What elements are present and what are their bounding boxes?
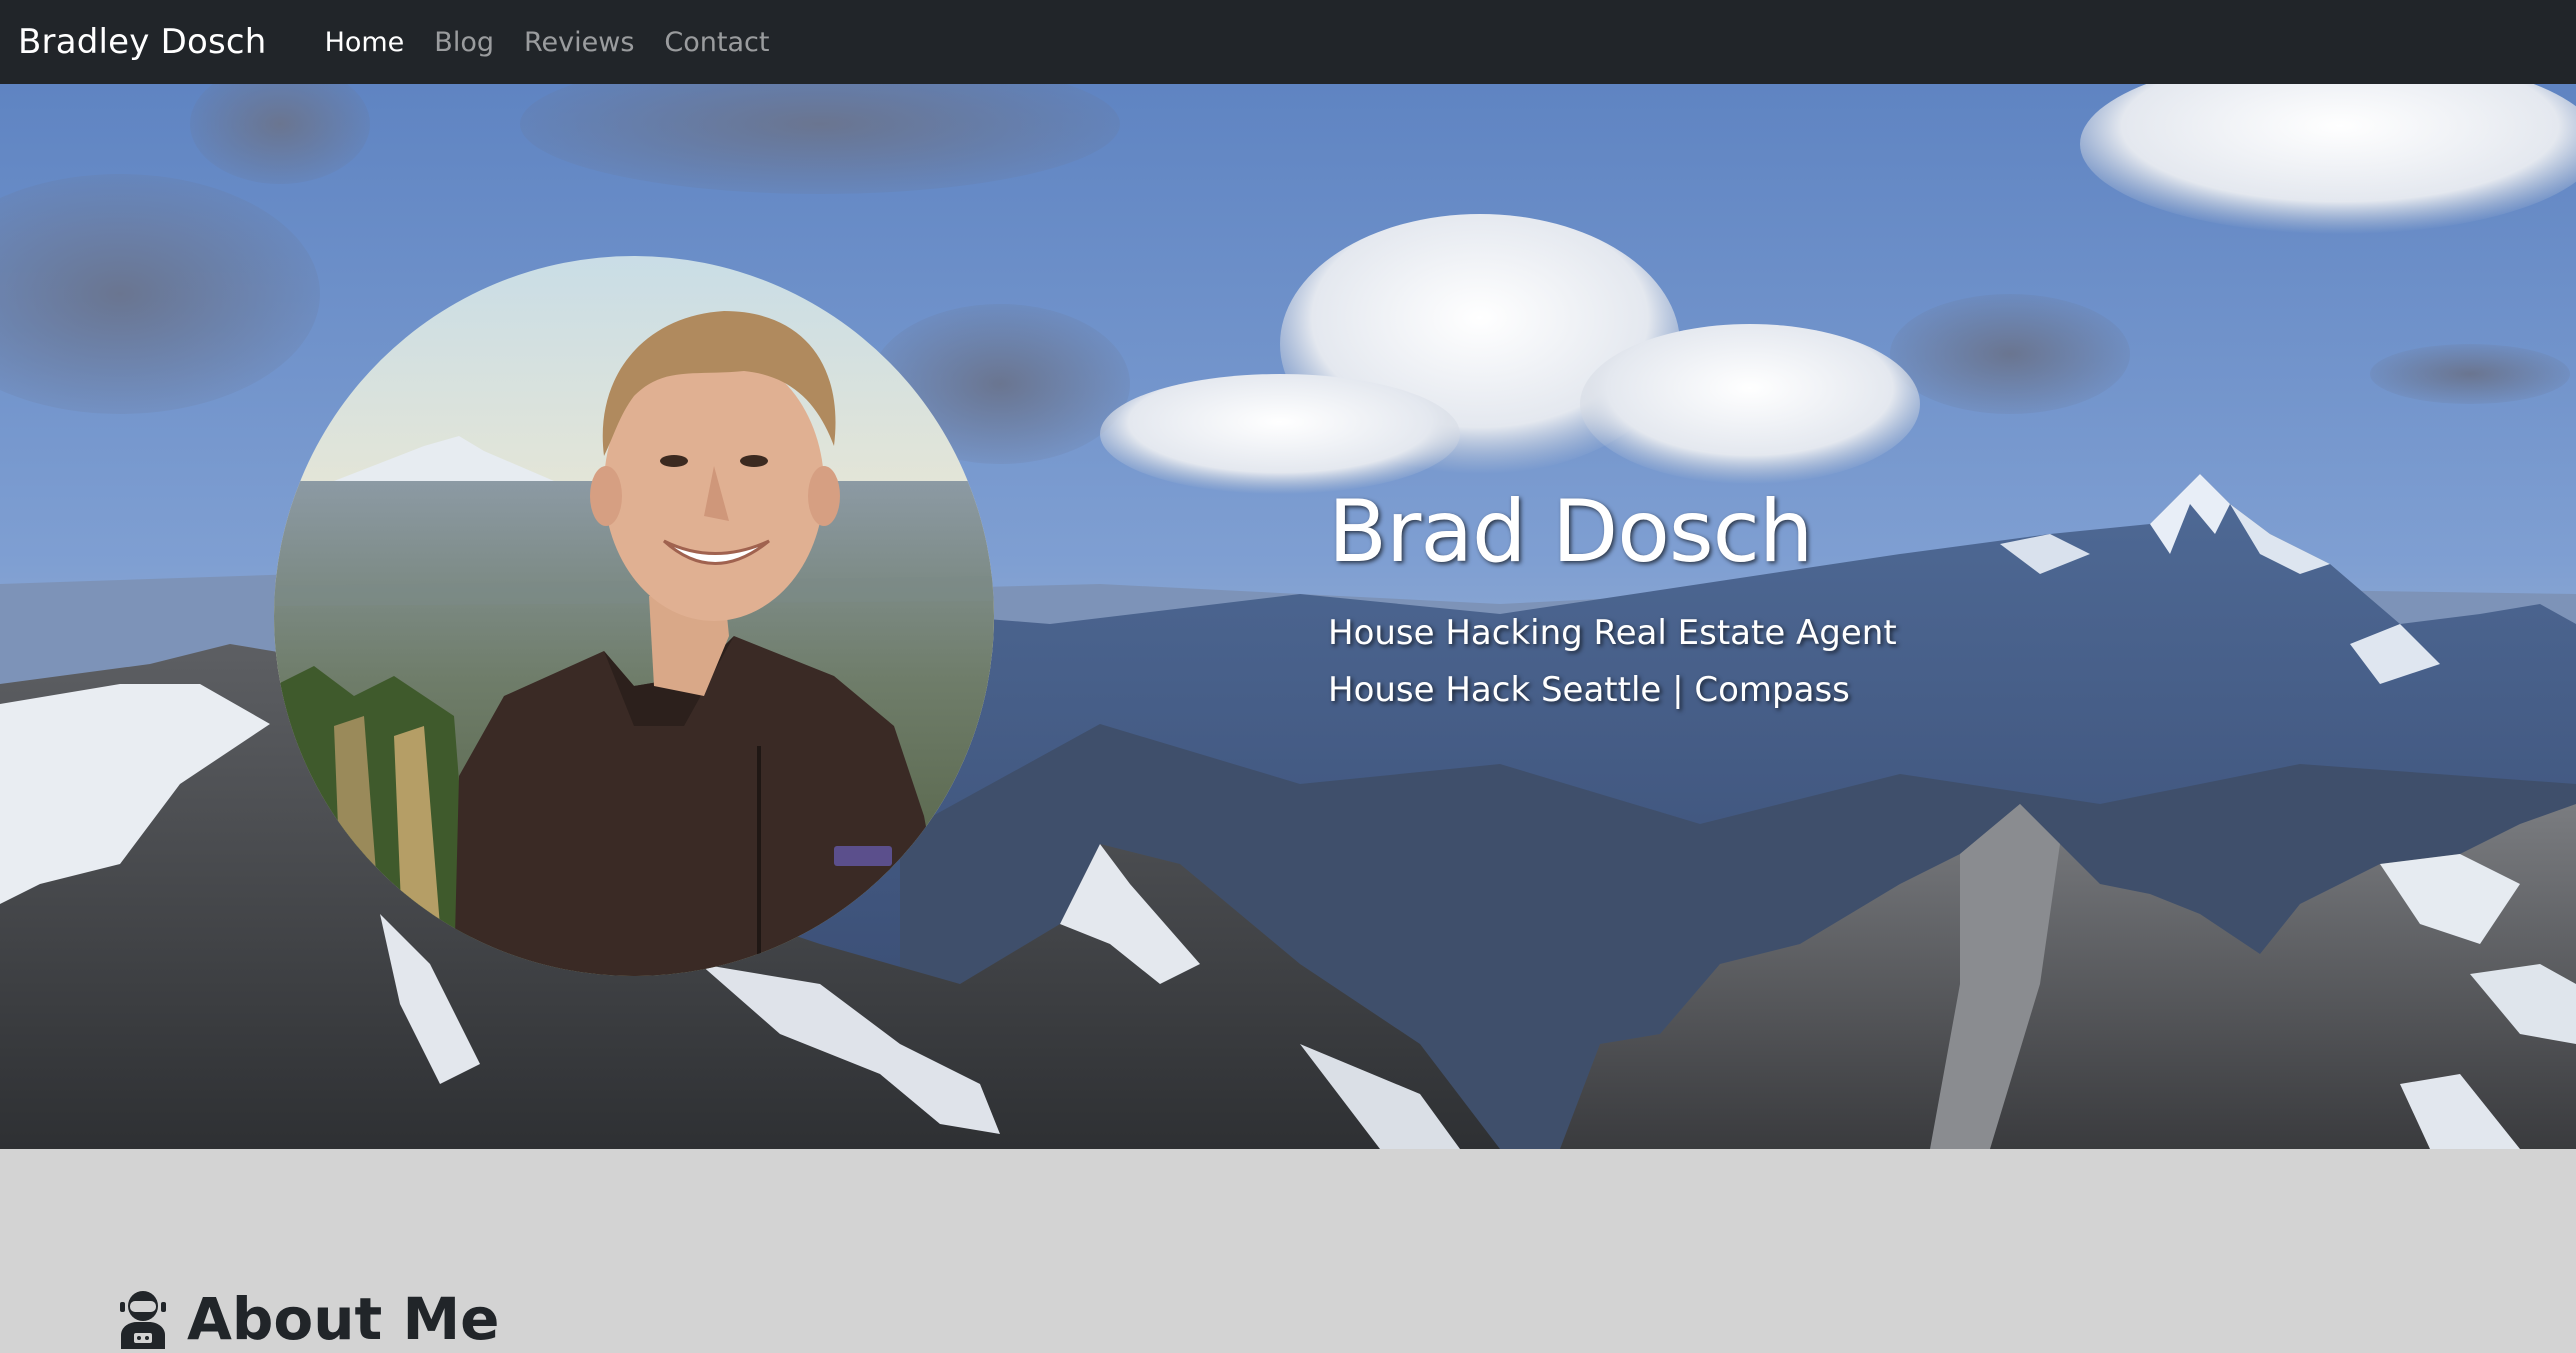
brand-link[interactable]: Bradley Dosch (18, 22, 267, 62)
about-heading: About Me (117, 1285, 500, 1353)
hero-name: Brad Dosch (1328, 482, 1813, 582)
hero-section: Brad Dosch House Hacking Real Estate Age… (0, 84, 2576, 1149)
nav-link-blog[interactable]: Blog (434, 27, 494, 58)
about-section: About Me (0, 1149, 2576, 1353)
profile-photo (274, 256, 994, 976)
nav-link-home[interactable]: Home (325, 27, 405, 58)
about-heading-text: About Me (187, 1285, 500, 1353)
hero-company: House Hack Seattle | Compass (1328, 670, 1850, 710)
nav-link-contact[interactable]: Contact (664, 27, 769, 58)
hero-text-block: Brad Dosch House Hacking Real Estate Age… (1328, 489, 1897, 719)
nav-links: Home Blog Reviews Contact (325, 27, 800, 58)
navbar: Bradley Dosch Home Blog Reviews Contact (0, 0, 2576, 84)
nav-link-reviews[interactable]: Reviews (524, 27, 634, 58)
user-astronaut-icon (117, 1289, 169, 1350)
hero-tagline: House Hacking Real Estate Agent (1328, 613, 1897, 653)
